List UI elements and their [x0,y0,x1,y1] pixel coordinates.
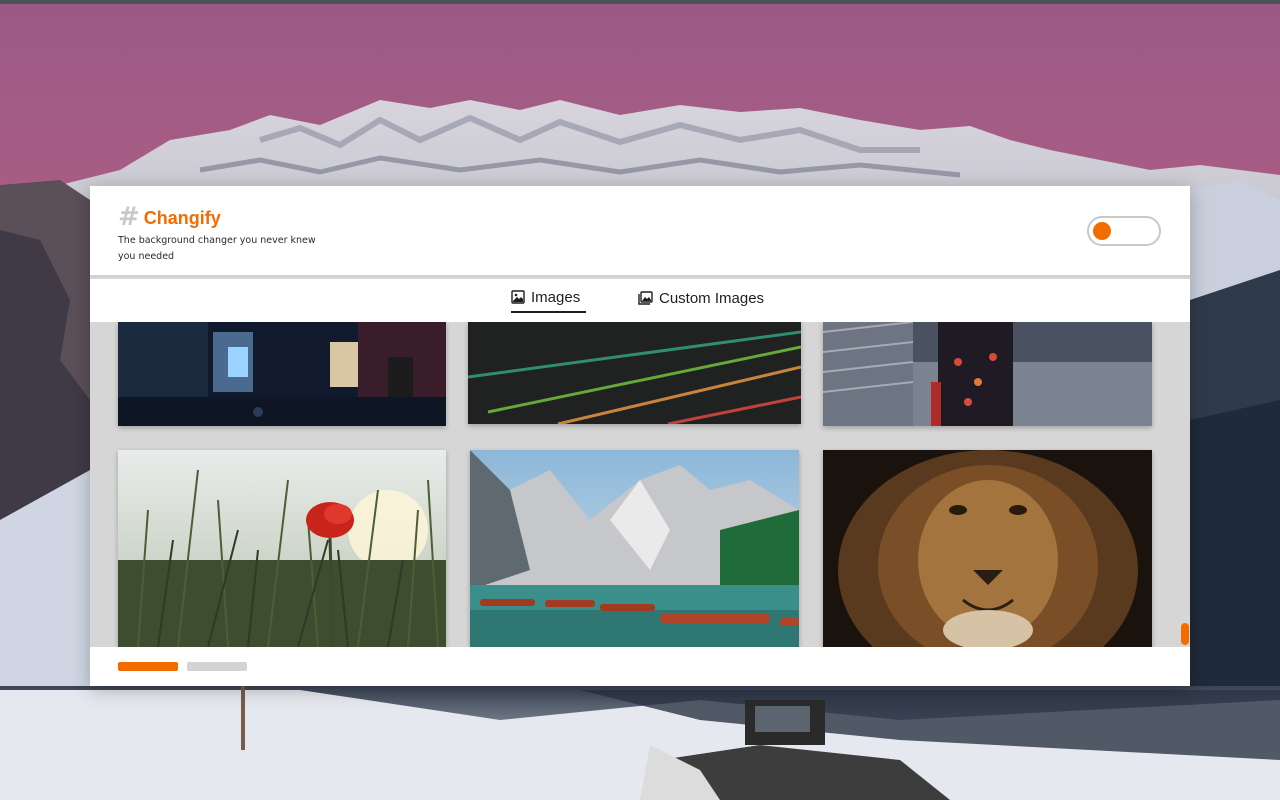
thumbnail-red-poppy[interactable] [118,450,446,647]
app-tagline: The background changer you never knew yo… [118,235,316,262]
brand: # Changify [118,202,221,231]
gallery-scrollbar[interactable] [1181,623,1189,645]
panel-header: # Changify The background changer you ne… [90,186,1190,277]
toggle-knob [1093,222,1111,240]
tab-custom-images[interactable]: Custom Images [638,283,764,313]
tab-images[interactable]: Images [511,283,587,313]
image-stack-icon [638,291,653,305]
tabs-bar: Images Custom Images [90,279,1190,322]
image-gallery [90,322,1190,647]
thumbnail-mountain-lake[interactable] [470,450,799,647]
extension-toggle[interactable] [1087,216,1161,246]
hash-icon: # [118,201,140,232]
tab-images-label: Images [531,288,581,306]
image-icon [511,290,525,304]
thumbnail-lion[interactable] [823,450,1152,647]
app-title: Changify [143,208,221,228]
tab-custom-images-label: Custom Images [659,289,765,307]
page-indicator-1[interactable] [118,662,178,671]
thumbnail-neon-alley[interactable] [118,322,446,426]
thumbnail-light-streaks[interactable] [468,322,801,424]
page-indicator-2[interactable] [187,662,247,671]
thumbnail-figure-in-rain[interactable] [823,322,1152,426]
panel-footer [90,647,1190,686]
window-top-bar [0,0,1280,4]
changify-panel: # Changify The background changer you ne… [90,186,1190,686]
